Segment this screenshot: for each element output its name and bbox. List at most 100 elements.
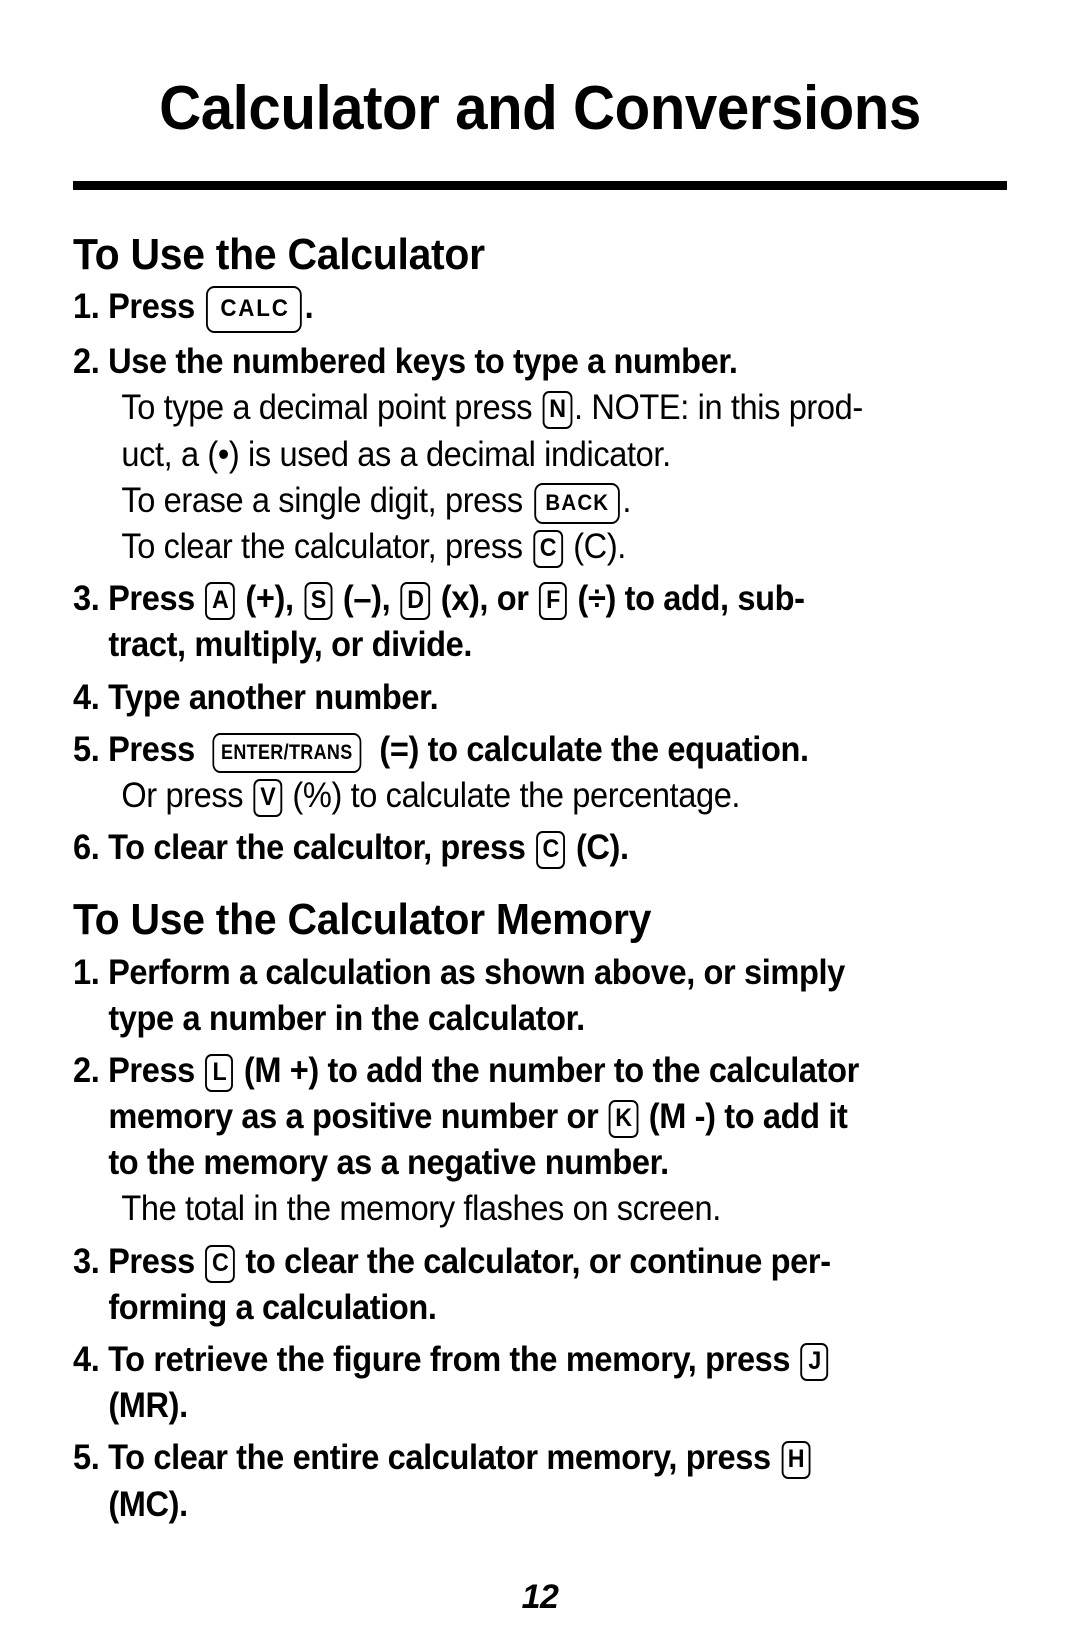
steps-list-memory: 1. Perform a calculation as shown above,… xyxy=(73,950,1007,1528)
mem-step-1-line: 1. Perform a calculation as shown above,… xyxy=(73,950,942,996)
key-enter-trans[interactable]: ENTER/TRANS xyxy=(212,732,362,773)
list-item: 4. Type another number. xyxy=(73,675,1007,721)
step-number: 1. xyxy=(73,287,100,327)
key-a[interactable]: A xyxy=(205,582,235,621)
mem-step-4-line: 4. To retrieve the figure from the memor… xyxy=(73,1337,942,1383)
mem-step-4-line-cont: (MR). xyxy=(108,1386,188,1426)
step-text: To retrieve the figure from the memory, … xyxy=(108,1340,791,1379)
step-text: Press xyxy=(108,579,195,619)
step-number: 4. xyxy=(73,1340,100,1379)
list-item: 2. Press L (M +) to add the number to th… xyxy=(73,1048,1007,1233)
step-trailing-text: (C). xyxy=(567,828,629,868)
note-text: To type a decimal point press xyxy=(121,388,533,428)
mem-step-2-line-cont: memory as a positive number or K (M -) t… xyxy=(73,1094,942,1140)
list-item: 6. To clear the calcultor, press C (C). xyxy=(73,825,1007,871)
step-text: Press xyxy=(108,1241,195,1281)
mem-step-3-line-cont: forming a calculation. xyxy=(108,1287,437,1327)
key-f[interactable]: F xyxy=(539,582,568,621)
step-number: 2. xyxy=(73,1050,100,1090)
manual-page: Calculator and Conversions To Use the Ca… xyxy=(0,42,1080,1639)
list-item: 3. Press C to clear the calculator, or c… xyxy=(73,1239,1007,1331)
note-text-post: . xyxy=(622,480,631,520)
key-n[interactable]: N xyxy=(542,391,573,430)
list-item: 4. To retrieve the figure from the memor… xyxy=(73,1337,1007,1429)
step-text: Use the numbered keys to type a number. xyxy=(108,342,738,382)
mem-step-2-line-cont2: to the memory as a negative number. xyxy=(108,1143,669,1183)
key-s[interactable]: S xyxy=(304,582,333,621)
step-number: 3. xyxy=(73,579,100,619)
operator-minus: (–), xyxy=(334,579,399,619)
step-text: Perform a calculation as shown above, or… xyxy=(108,952,845,992)
step-text-post: (M -) to add it xyxy=(640,1097,848,1137)
key-l[interactable]: L xyxy=(205,1053,234,1092)
step-trailing-text: to clear the calculator, or continue per… xyxy=(236,1241,831,1281)
step-3-line-cont: tract, multiply, or divide. xyxy=(108,625,473,665)
step-4-line: 4. Type another number. xyxy=(73,675,942,721)
step-1-line: 1. Press CALC. xyxy=(73,284,942,334)
step-text: memory as a positive number or xyxy=(108,1097,599,1137)
note-decimal-point-cont: uct, a (•) is used as a decimal indicato… xyxy=(121,434,671,474)
key-c[interactable]: C xyxy=(205,1244,235,1283)
key-c[interactable]: C xyxy=(535,831,566,870)
page-number: 12 xyxy=(521,1577,559,1616)
list-item: 5. To clear the entire calculator memory… xyxy=(73,1435,1007,1527)
step-number: 4. xyxy=(73,677,100,717)
step-text: Press xyxy=(108,1050,195,1090)
step-text: Type another number. xyxy=(108,677,439,717)
step-number: 2. xyxy=(73,342,100,382)
note-clear-calculator: To clear the calculator, press C (C). xyxy=(73,524,942,570)
note-text: Or press xyxy=(121,775,244,815)
note-text-post: . NOTE: in this prod- xyxy=(573,388,863,428)
section-heading-calculator-memory: To Use the Calculator Memory xyxy=(73,895,652,945)
title-divider xyxy=(73,181,1007,191)
step-3-line: 3. Press A (+), S (–), D (x), or F (÷) t… xyxy=(73,576,942,622)
key-v[interactable]: V xyxy=(253,778,282,817)
step-number: 3. xyxy=(73,1241,100,1281)
note-erase-digit: To erase a single digit, press BACK. xyxy=(73,478,942,524)
list-item: 1. Perform a calculation as shown above,… xyxy=(73,950,1007,1042)
step-text: Press xyxy=(108,287,195,327)
step-number: 1. xyxy=(73,952,100,992)
mem-step-3-line: 3. Press C to clear the calculator, or c… xyxy=(73,1239,942,1285)
key-calc[interactable]: CALC xyxy=(206,286,302,334)
operator-multiply: (x), or xyxy=(432,579,538,619)
step-text: Press xyxy=(108,729,195,769)
page-title: Calculator and Conversions xyxy=(159,73,921,143)
list-item: 5. Press ENTER/TRANS (=) to calculate th… xyxy=(73,727,1007,819)
key-h[interactable]: H xyxy=(781,1441,811,1480)
mem-step-1-line-cont: type a number in the calculator. xyxy=(108,998,585,1038)
key-back[interactable]: BACK xyxy=(534,482,620,524)
step-number: 6. xyxy=(73,828,100,868)
mem-step-5-line: 5. To clear the entire calculator memory… xyxy=(73,1435,942,1481)
key-k[interactable]: K xyxy=(608,1100,639,1139)
note-percentage: Or press V (%) to calculate the percenta… xyxy=(73,773,942,819)
operator-divide: (÷) to add, sub- xyxy=(568,579,805,619)
step-number: 5. xyxy=(73,729,100,769)
key-d[interactable]: D xyxy=(400,582,431,621)
operator-plus: (+), xyxy=(236,579,303,619)
step-trailing-text: (=) to calculate the equation. xyxy=(370,729,809,769)
section-heading-use-calculator: To Use the Calculator xyxy=(73,230,485,280)
step-trailing-text: (M +) to add the number to the calculato… xyxy=(235,1050,859,1090)
step-2-line: 2. Use the numbered keys to type a numbe… xyxy=(73,339,942,385)
note-text-post: (C). xyxy=(564,527,626,566)
note-text-post: (%) to calculate the percentage. xyxy=(283,775,741,815)
list-item: 3. Press A (+), S (–), D (x), or F (÷) t… xyxy=(73,576,1007,668)
mem-step-2-line: 2. Press L (M +) to add the number to th… xyxy=(73,1048,942,1094)
note-memory-total: The total in the memory flashes on scree… xyxy=(121,1189,721,1229)
list-item: 1. Press CALC. xyxy=(73,284,1007,334)
key-c[interactable]: C xyxy=(533,530,563,568)
note-decimal-point: To type a decimal point press N. NOTE: i… xyxy=(73,385,942,431)
note-text: To erase a single digit, press xyxy=(121,480,523,520)
step-text: To clear the calcultor, press xyxy=(108,828,526,868)
step-text: To clear the entire calculator memory, p… xyxy=(108,1438,771,1478)
step-number: 5. xyxy=(73,1438,100,1478)
list-item: 2. Use the numbered keys to type a numbe… xyxy=(73,339,1007,570)
step-trailing-text: . xyxy=(304,287,314,327)
steps-list-calculator: 1. Press CALC. 2. Use the numbered keys … xyxy=(73,284,1007,871)
step-5-line: 5. Press ENTER/TRANS (=) to calculate th… xyxy=(73,727,942,773)
note-text: To clear the calculator, press xyxy=(121,527,523,566)
mem-step-5-line-cont: (MC). xyxy=(108,1484,188,1524)
step-6-line: 6. To clear the calcultor, press C (C). xyxy=(73,825,942,871)
key-j[interactable]: J xyxy=(800,1343,829,1381)
